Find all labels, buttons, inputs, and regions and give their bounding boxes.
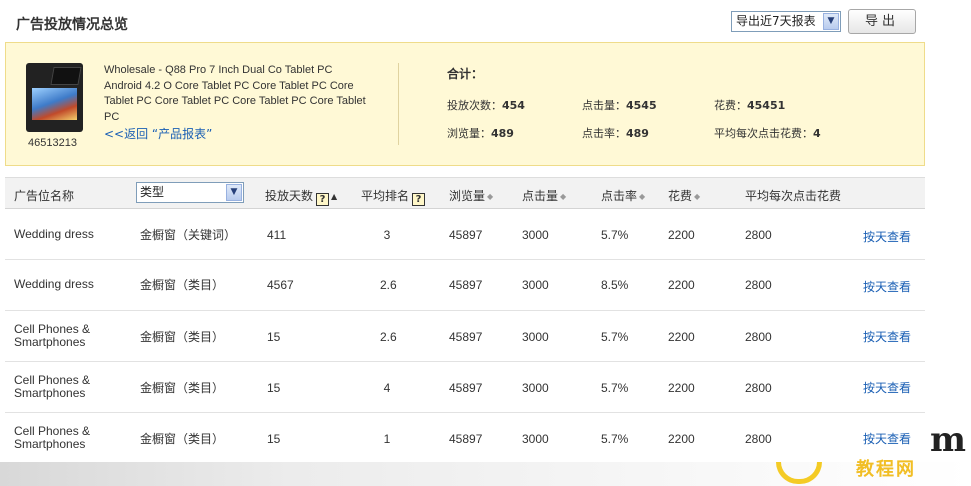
sort-icon[interactable]: ◆ <box>639 192 645 201</box>
chevron-down-icon[interactable]: ▼ <box>823 13 839 30</box>
back-to-product-report-link[interactable]: <<返回 “产品报表” <box>104 125 212 142</box>
view-by-day-link[interactable]: 按天查看 <box>863 278 911 295</box>
cell-spend: 2200 <box>668 432 695 446</box>
table-row: Cell Phones & Smartphones 金橱窗（类目） 15 1 4… <box>5 413 925 464</box>
cell-clicks: 3000 <box>522 432 549 446</box>
stat-clicks: 点击量：4545 <box>582 99 657 112</box>
cell-ctr: 5.7% <box>601 330 629 344</box>
cell-rank: 4 <box>383 381 391 395</box>
stat-avg-cost: 平均每次点击花费：4 <box>714 127 821 140</box>
watermark-letter: m <box>930 420 966 460</box>
cell-type: 金橱窗（类目） <box>140 330 225 344</box>
cell-clicks: 3000 <box>522 278 549 292</box>
total-label: 合计： <box>447 67 484 81</box>
cell-clicks: 3000 <box>522 228 549 242</box>
table-row: Wedding dress 金橱窗（类目） 4567 2.6 45897 300… <box>5 260 925 311</box>
cell-days: 4567 <box>267 278 294 292</box>
cell-spend: 2200 <box>668 278 695 292</box>
cell-views: 45897 <box>449 330 483 344</box>
help-icon[interactable]: ? <box>316 193 330 206</box>
cell-avg-cost: 2800 <box>745 278 772 292</box>
cell-clicks: 3000 <box>522 381 549 395</box>
cell-type: 金橱窗（类目） <box>140 381 225 395</box>
cell-avg-cost: 2800 <box>745 432 772 446</box>
export-button[interactable]: 导出 <box>848 9 916 34</box>
cell-days: 15 <box>267 330 281 344</box>
summary-divider <box>398 63 399 145</box>
cell-spend: 2200 <box>668 228 695 242</box>
stat-ctr: 点击率：489 <box>582 127 649 140</box>
cell-avg-cost: 2800 <box>745 330 772 344</box>
view-by-day-link[interactable]: 按天查看 <box>863 430 911 447</box>
cell-rank: 1 <box>383 432 391 446</box>
cell-spend: 2200 <box>668 381 695 395</box>
column-header-rank[interactable]: 平均排名? <box>361 187 426 206</box>
cell-rank: 2.6 <box>380 278 397 292</box>
tablet-shape <box>50 67 82 85</box>
cell-spend: 2200 <box>668 330 695 344</box>
column-header-avg-cost: 平均每次点击花费 <box>745 189 842 203</box>
cell-views: 45897 <box>449 432 483 446</box>
cell-avg-cost: 2800 <box>745 228 772 242</box>
cell-rank: 3 <box>383 228 391 242</box>
cell-type: 金橱窗（类目） <box>140 432 225 446</box>
cell-ctr: 5.7% <box>601 381 629 395</box>
cell-name: Cell Phones & Smartphones <box>14 373 91 400</box>
cell-ctr: 8.5% <box>601 278 629 292</box>
column-header-spend[interactable]: 花费 ◆ <box>668 187 700 204</box>
page-header: 广告投放情况总览 导出近7天报表 ▼ 导出 <box>0 0 971 42</box>
view-by-day-link[interactable]: 按天查看 <box>863 228 911 245</box>
cell-ctr: 5.7% <box>601 228 629 242</box>
product-thumbnail[interactable] <box>26 63 83 132</box>
table-header: 广告位名称 类型 ▼ 投放天数? ▲ 平均排名? 浏览量 ◆ 点击量 ◆ 点击率 ◆ 花… <box>5 177 925 209</box>
column-header-views[interactable]: 浏览量 ◆ <box>449 187 493 204</box>
page-title: 广告投放情况总览 <box>16 17 128 33</box>
cell-name: Wedding dress <box>14 227 94 241</box>
stat-spend: 花费：45451 <box>714 99 786 112</box>
cell-days: 15 <box>267 381 281 395</box>
type-filter-value: 类型 <box>140 185 165 199</box>
cell-type: 金橱窗（类目） <box>140 278 225 292</box>
cell-clicks: 3000 <box>522 330 549 344</box>
table-row: Wedding dress 金橱窗（关键词） 411 3 45897 3000 … <box>5 209 925 260</box>
cell-rank: 2.6 <box>380 330 397 344</box>
stat-placements: 投放次数：454 <box>447 99 525 112</box>
column-header-ctr[interactable]: 点击率 ◆ <box>601 187 645 204</box>
view-by-day-link[interactable]: 按天查看 <box>863 379 911 396</box>
type-filter-select[interactable]: 类型 ▼ <box>136 182 244 203</box>
cell-views: 45897 <box>449 278 483 292</box>
help-icon[interactable]: ? <box>412 193 426 206</box>
chevron-down-icon[interactable]: ▼ <box>226 184 242 201</box>
export-range-value: 导出近7天报表 <box>736 14 816 28</box>
table-row: Cell Phones & Smartphones 金橱窗（类目） 15 4 4… <box>5 362 925 413</box>
product-id: 46513213 <box>28 137 77 149</box>
sort-icon[interactable]: ◆ <box>560 192 566 201</box>
summary-panel: 46513213 Wholesale - Q88 Pro 7 Inch Dual… <box>5 42 925 166</box>
column-header-clicks[interactable]: 点击量 ◆ <box>522 187 566 204</box>
cell-views: 45897 <box>449 228 483 242</box>
cell-name: Cell Phones & Smartphones <box>14 424 91 451</box>
cell-views: 45897 <box>449 381 483 395</box>
cell-ctr: 5.7% <box>601 432 629 446</box>
watermark-text: 教程网 <box>856 459 916 480</box>
column-header-days[interactable]: 投放天数? ▲ <box>265 187 337 206</box>
cell-days: 15 <box>267 432 281 446</box>
watermark-background <box>0 462 971 486</box>
cell-type: 金橱窗（关键词） <box>140 228 237 242</box>
table-row: Cell Phones & Smartphones 金橱窗（类目） 15 2.6… <box>5 311 925 362</box>
tablet-screen <box>32 88 77 120</box>
cell-avg-cost: 2800 <box>745 381 772 395</box>
view-by-day-link[interactable]: 按天查看 <box>863 328 911 345</box>
sort-icon[interactable]: ▲ <box>331 192 337 201</box>
export-range-select[interactable]: 导出近7天报表 ▼ <box>731 11 841 32</box>
cell-name: Cell Phones & Smartphones <box>14 322 91 349</box>
sort-icon[interactable]: ◆ <box>487 192 493 201</box>
product-description: Wholesale - Q88 Pro 7 Inch Dual Co Table… <box>104 64 366 123</box>
sort-icon[interactable]: ◆ <box>694 192 700 201</box>
cell-days: 411 <box>267 228 287 242</box>
stat-views: 浏览量：489 <box>447 127 514 140</box>
cell-name: Wedding dress <box>14 277 94 291</box>
column-header-name: 广告位名称 <box>14 189 75 203</box>
